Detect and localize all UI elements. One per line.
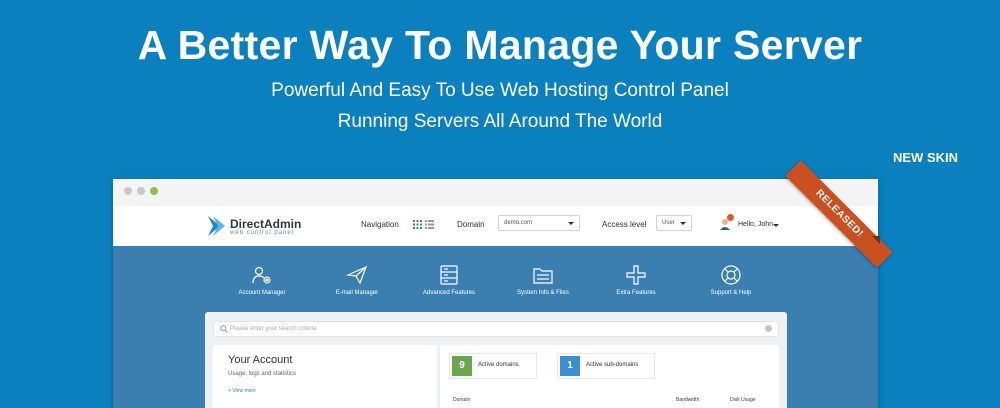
- nav-label: Extra Features: [616, 290, 656, 296]
- search-input[interactable]: Please enter your search criteria: [230, 326, 316, 332]
- folder-icon: [533, 268, 553, 284]
- notification-badge[interactable]: [727, 214, 734, 221]
- nav-item-account-manager[interactable]: Account Manager: [207, 264, 317, 296]
- search-bar[interactable]: Please enter your search criteria: [213, 321, 779, 337]
- plus-icon: [626, 265, 646, 285]
- stat-active-domains[interactable]: 9 Active domains: [449, 353, 537, 379]
- hero-title: A Better Way To Manage Your Server: [137, 22, 863, 68]
- search-icon: [220, 325, 228, 333]
- column-header-domain[interactable]: Domain: [453, 397, 470, 403]
- domain-label: Domain: [457, 220, 485, 229]
- chevron-down-icon: [680, 222, 686, 225]
- column-header-disk-usage[interactable]: Disk Usage: [730, 397, 756, 403]
- view-more-link[interactable]: + View more: [228, 388, 256, 394]
- users-gear-icon: [252, 266, 271, 284]
- chevron-down-icon: [568, 222, 574, 225]
- released-ribbon: RELEASED!: [768, 160, 898, 272]
- lifebuoy-icon: [721, 265, 741, 285]
- domain-value: demo.com: [504, 220, 533, 226]
- stats-panel: 9 Active domains 1 Active sub-domains Do…: [440, 345, 779, 408]
- ribbon-label: RELEASED!: [785, 160, 893, 268]
- domain-select[interactable]: demo.com: [498, 215, 580, 231]
- topbar: DirectAdmin web control panel Navigation…: [113, 206, 878, 246]
- window-close-dot[interactable]: [124, 187, 132, 195]
- logo-icon: [208, 216, 225, 236]
- stat-active-subdomains[interactable]: 1 Active sub-domains: [557, 353, 655, 379]
- server-icon: [440, 265, 458, 285]
- window-chrome: [113, 179, 878, 206]
- window-minimize-dot[interactable]: [137, 187, 145, 195]
- main-nav: Account Manager E-mail Manager Advanced …: [113, 246, 878, 408]
- stat-label: Active domains: [478, 362, 519, 368]
- account-panel: Your Account Usage, logs and statistics …: [213, 345, 437, 408]
- window-maximize-dot[interactable]: [150, 187, 158, 195]
- grid-view-icon[interactable]: [413, 220, 422, 229]
- account-subtitle: Usage, logs and statistics: [228, 371, 297, 377]
- clear-search-icon[interactable]: [765, 325, 772, 332]
- logo-tagline: web control panel: [230, 230, 295, 236]
- ribbon-fold: [872, 236, 880, 244]
- new-skin-label: NEW SKIN: [893, 150, 958, 165]
- nav-label: Account Manager: [238, 290, 286, 296]
- stat-label: Active sub-domains: [586, 362, 639, 368]
- browser-window: DirectAdmin web control panel Navigation…: [113, 179, 878, 408]
- stat-value: 1: [560, 356, 580, 376]
- access-level-value: User: [662, 220, 675, 226]
- paper-plane-icon: [346, 265, 368, 285]
- nav-item-extra-features[interactable]: Extra Features: [581, 264, 691, 296]
- content-area: Please enter your search criteria Your A…: [205, 312, 787, 408]
- nav-label: Support & Help: [710, 290, 752, 296]
- hero-subtitle-1: Powerful And Easy To Use Web Hosting Con…: [271, 80, 729, 101]
- column-header-bandwidth[interactable]: Bandwidth: [676, 397, 699, 403]
- hero-subtitle-2: Running Servers All Around The World: [337, 111, 663, 132]
- access-level-select[interactable]: User: [656, 215, 692, 231]
- navigation-label: Navigation: [361, 220, 399, 229]
- stat-value: 9: [452, 356, 472, 376]
- list-view-icon[interactable]: [425, 220, 434, 229]
- access-level-label: Access level: [602, 220, 647, 229]
- logo-name: DirectAdmin: [230, 217, 302, 231]
- account-title: Your Account: [228, 354, 293, 366]
